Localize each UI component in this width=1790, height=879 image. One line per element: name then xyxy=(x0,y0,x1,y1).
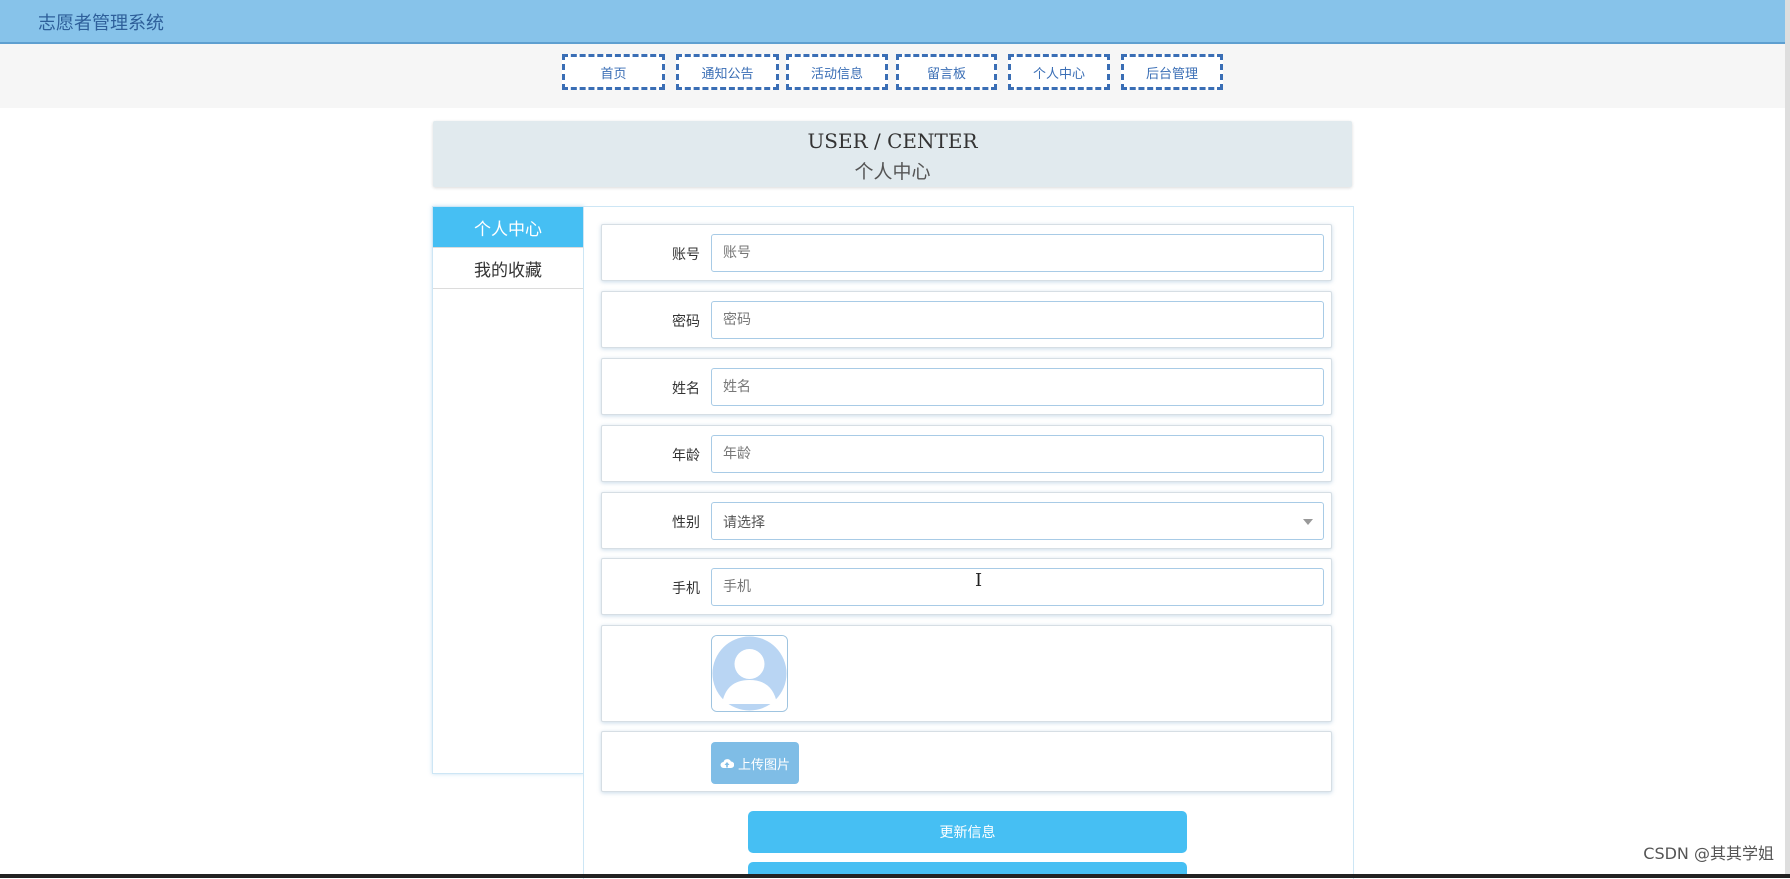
page-banner: USER / CENTER 个人中心 xyxy=(433,121,1352,187)
form-row-upload: 上传图片 xyxy=(601,731,1332,792)
name-label: 姓名 xyxy=(672,381,700,397)
form-row-phone: 手机 xyxy=(601,558,1332,615)
update-info-button[interactable]: 更新信息 xyxy=(748,811,1187,853)
account-label: 账号 xyxy=(672,247,700,263)
phone-input[interactable] xyxy=(711,568,1324,606)
top-header-bar: 志愿者管理系统 xyxy=(0,0,1785,44)
form-row-age: 年龄 xyxy=(601,425,1332,482)
nav-admin[interactable]: 后台管理 xyxy=(1121,54,1223,90)
phone-label: 手机 xyxy=(672,581,700,597)
banner-title-en: USER / CENTER xyxy=(807,129,978,153)
user-avatar-icon[interactable] xyxy=(711,635,788,712)
sidebar-item-favorites[interactable]: 我的收藏 xyxy=(433,248,583,289)
account-input[interactable] xyxy=(711,234,1324,272)
gender-selected-value: 请选择 xyxy=(723,515,765,531)
nav-band xyxy=(0,44,1785,108)
password-label: 密码 xyxy=(672,314,700,330)
watermark: CSDN @其其学姐 xyxy=(1643,844,1774,863)
age-input[interactable] xyxy=(711,435,1324,473)
gender-select[interactable]: 请选择 xyxy=(711,502,1324,540)
cloud-upload-icon xyxy=(720,759,734,768)
age-label: 年龄 xyxy=(672,448,700,464)
chevron-down-icon xyxy=(1303,519,1313,525)
sidebar: 个人中心 我的收藏 xyxy=(432,206,584,774)
form-row-password: 密码 xyxy=(601,291,1332,348)
bottom-edge xyxy=(0,874,1790,878)
nav-notices[interactable]: 通知公告 xyxy=(676,54,779,90)
form-row-name: 姓名 xyxy=(601,358,1332,415)
name-input[interactable] xyxy=(711,368,1324,406)
sidebar-item-user-center[interactable]: 个人中心 xyxy=(433,207,583,248)
nav-home[interactable]: 首页 xyxy=(562,54,665,90)
upload-image-button[interactable]: 上传图片 xyxy=(711,742,799,784)
form-row-gender: 性别 请选择 xyxy=(601,492,1332,549)
form-row-avatar xyxy=(601,625,1332,722)
banner-title-cn: 个人中心 xyxy=(854,161,931,183)
form-row-account: 账号 xyxy=(601,224,1332,281)
gender-label: 性别 xyxy=(672,515,700,531)
nav-user-center[interactable]: 个人中心 xyxy=(1008,54,1110,90)
nav-activities[interactable]: 活动信息 xyxy=(786,54,888,90)
password-input[interactable] xyxy=(711,301,1324,339)
upload-image-label: 上传图片 xyxy=(737,757,790,773)
app-title: 志愿者管理系统 xyxy=(38,13,164,34)
scrollbar-track[interactable] xyxy=(1785,0,1790,878)
text-cursor-icon: I xyxy=(975,570,983,591)
nav-message-board[interactable]: 留言板 xyxy=(896,54,997,90)
